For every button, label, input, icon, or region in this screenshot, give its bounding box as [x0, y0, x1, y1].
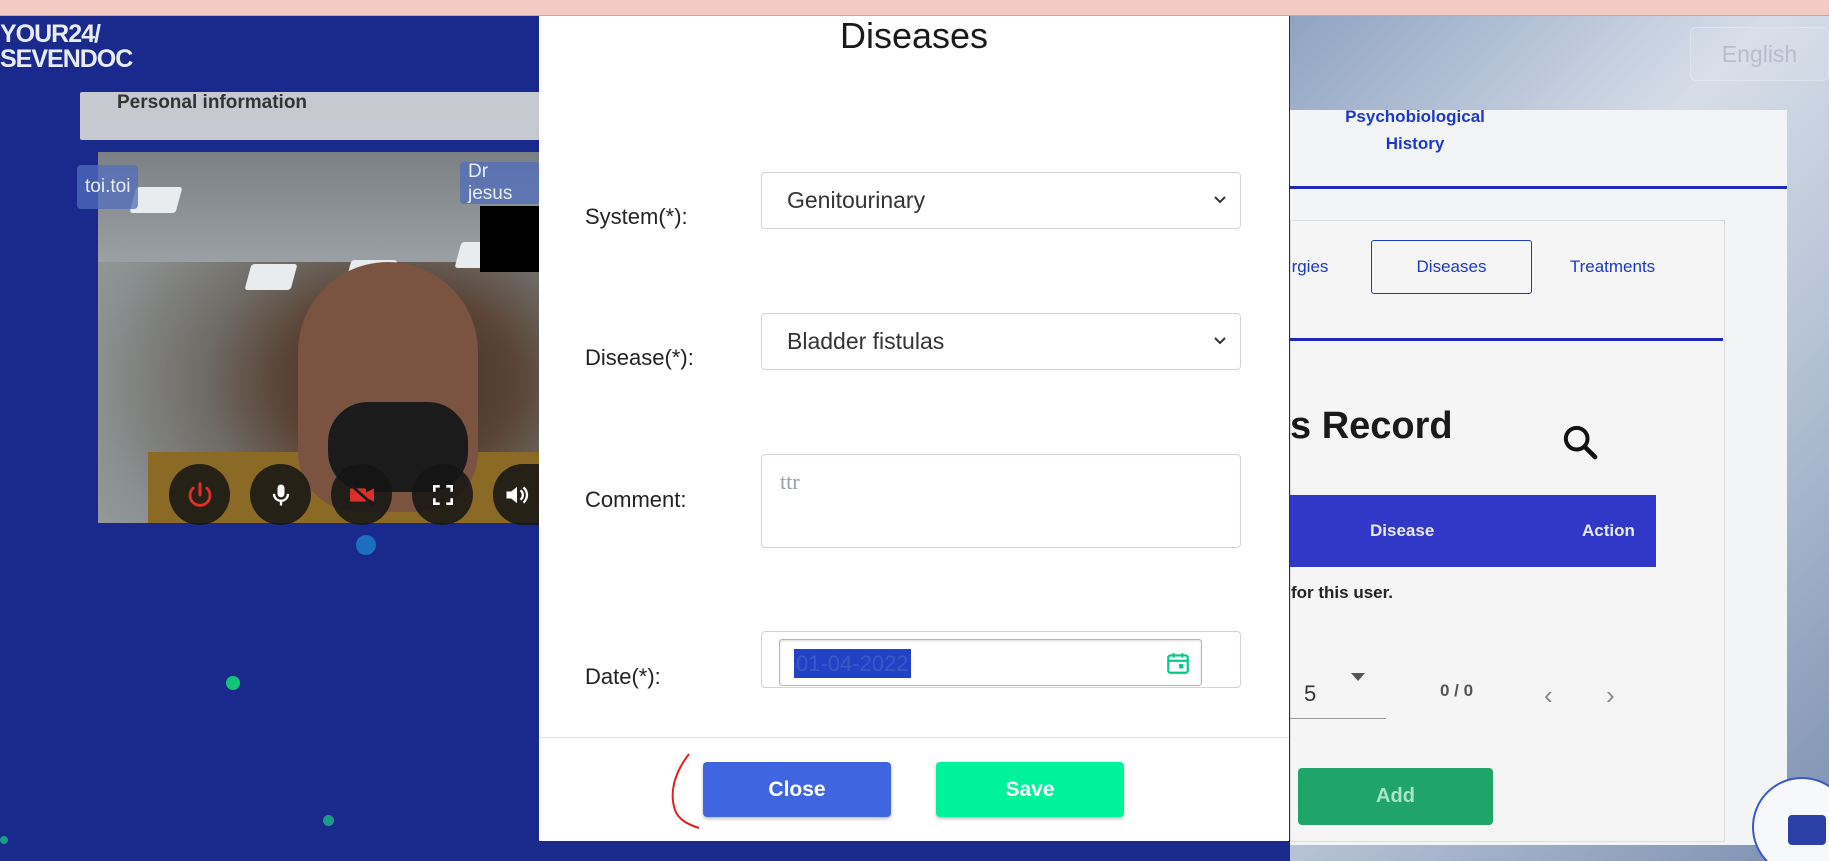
date-input[interactable]: 01-04-2022 [779, 639, 1202, 686]
chevron-right-icon[interactable]: › [1606, 680, 1615, 711]
add-disease-button[interactable]: Add [1298, 768, 1493, 825]
self-view-preview [480, 206, 540, 272]
search-icon[interactable] [1560, 422, 1600, 462]
tab-underline [1290, 338, 1723, 341]
page-size-value: 5 [1304, 681, 1317, 706]
no-records-message: for this user. [1291, 583, 1394, 602]
calendar-icon[interactable] [1165, 650, 1191, 676]
personal-information-header[interactable]: Personal information [80, 92, 540, 140]
decorative-dot [0, 836, 8, 844]
volume-icon [506, 486, 528, 503]
end-call-button[interactable] [169, 464, 230, 525]
comment-placeholder: ttr [780, 469, 800, 494]
section-underline [1290, 186, 1787, 189]
column-action: Action [1582, 521, 1635, 540]
power-icon [188, 481, 211, 507]
personal-information-label: Personal information [117, 92, 308, 113]
column-disease: Disease [1370, 521, 1435, 540]
language-selector[interactable]: English [1690, 27, 1829, 81]
page-size-select[interactable]: 5 [1290, 665, 1386, 719]
comment-label: Comment: [585, 487, 687, 512]
video-ceiling-light [244, 264, 298, 290]
patient-name-tag: toi.toi [77, 165, 139, 209]
page-count: 0 / 0 [1440, 681, 1474, 700]
system-value: Genitourinary [787, 187, 926, 213]
decorative-dot [323, 815, 334, 826]
system-label: System(*): [585, 204, 688, 229]
close-button[interactable]: Close [703, 762, 891, 817]
microphone-button[interactable] [250, 464, 311, 525]
doctor-name-tag: Dr jesus [460, 162, 540, 204]
record-title: s Record [1290, 405, 1453, 447]
modal-footer-divider [539, 737, 1289, 738]
app-logo[interactable]: YOUR24/ SEVENDOC [0, 20, 133, 73]
history-link-line-1: Psychobiological [1345, 107, 1485, 126]
tab-diseases[interactable]: Diseases [1371, 240, 1532, 294]
microphone-icon [272, 484, 289, 505]
fullscreen-icon [432, 484, 453, 505]
caret-down-icon[interactable] [1351, 673, 1365, 681]
browser-top-bar [0, 0, 1829, 16]
history-link-line-2: History [1385, 134, 1445, 153]
date-field-wrapper: 01-04-2022 [761, 631, 1241, 688]
decorative-dot [226, 676, 240, 690]
tab-treatments[interactable]: Treatments [1532, 240, 1693, 294]
psychobiological-history-link[interactable]: Psychobiological History [1330, 103, 1500, 157]
system-select[interactable]: Genitourinary [761, 172, 1241, 229]
date-label: Date(*): [585, 664, 661, 689]
diseases-modal: Diseases System(*): Genitourinary Diseas… [539, 16, 1289, 841]
records-table-header: Disease Action [1290, 495, 1656, 567]
fullscreen-button[interactable] [412, 464, 473, 525]
video-feed [98, 152, 540, 523]
chevron-down-icon [1214, 196, 1226, 204]
disease-value: Bladder fistulas [787, 328, 945, 354]
chat-icon [1788, 815, 1826, 845]
chevron-left-icon[interactable]: ‹ [1544, 680, 1553, 711]
disease-label: Disease(*): [585, 345, 694, 370]
comment-field[interactable]: ttr [761, 454, 1241, 548]
modal-title: Diseases [839, 15, 989, 56]
camera-toggle-button[interactable] [331, 464, 392, 525]
logo-line-2: SEVENDOC [0, 45, 133, 73]
date-value: 01-04-2022 [794, 649, 911, 678]
camera-off-icon [348, 482, 375, 507]
tab-allergies[interactable]: rgies [1290, 240, 1330, 294]
disease-select[interactable]: Bladder fistulas [761, 313, 1241, 370]
logo-line-1: YOUR24/ [0, 20, 101, 48]
decorative-dot [356, 535, 376, 555]
annotation-scribble [671, 753, 700, 829]
save-button[interactable]: Save [936, 762, 1124, 817]
chevron-down-icon [1214, 337, 1226, 345]
